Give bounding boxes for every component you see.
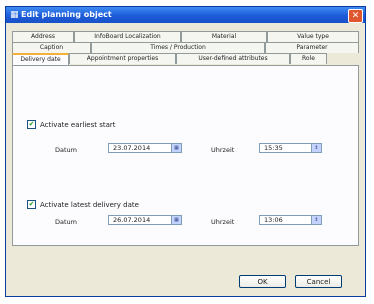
latest-time-field[interactable]: 13:06 ⇕	[259, 215, 322, 225]
close-icon: ✕	[351, 11, 360, 21]
tab-parameter[interactable]: Parameter	[265, 42, 359, 53]
earliest-time-field[interactable]: 15:35 ⇕	[259, 143, 322, 153]
calendar-dropdown-icon[interactable]: ▦	[171, 216, 181, 224]
earliest-date-value: 23.07.2014	[113, 144, 151, 152]
earliest-time-value: 15:35	[264, 144, 283, 152]
tab-row-2: Caption Times / Production Parameter	[12, 42, 359, 53]
tab-row-1: Address InfoBoard Localization Material …	[12, 31, 359, 42]
cancel-button[interactable]: Cancel	[295, 275, 342, 288]
earliest-start-checkbox[interactable]: ✔	[27, 120, 36, 129]
delivery-date-panel: ✔ Activate earliest start Datum 23.07.20…	[12, 65, 359, 246]
calendar-dropdown-icon[interactable]: ▦	[171, 144, 181, 152]
earliest-date-field[interactable]: 23.07.2014 ▦	[108, 143, 182, 153]
tab-row-3: Delivery date Appointment properties Use…	[12, 53, 327, 65]
ok-button[interactable]: OK	[239, 275, 286, 288]
edit-planning-object-dialog: ▦ Edit planning object ✕ Address InfoBoa…	[5, 6, 366, 297]
latest-delivery-label: Activate latest delivery date	[40, 200, 139, 209]
tab-delivery-date[interactable]: Delivery date	[12, 53, 69, 65]
tab-user-defined-attributes[interactable]: User-defined attributes	[176, 53, 290, 64]
earliest-start-option[interactable]: ✔ Activate earliest start	[27, 120, 116, 129]
earliest-date-label: Datum	[55, 146, 77, 154]
earliest-time-label: Uhrzeit	[211, 146, 235, 154]
dialog-title: Edit planning object	[21, 10, 112, 19]
earliest-start-label: Activate earliest start	[40, 120, 116, 129]
time-spinner-icon[interactable]: ⇕	[311, 144, 321, 152]
latest-delivery-checkbox[interactable]: ✔	[27, 200, 36, 209]
tab-role[interactable]: Role	[290, 53, 327, 64]
latest-date-field[interactable]: 26.07.2014 ▦	[108, 215, 182, 225]
latest-time-value: 13:06	[264, 216, 283, 224]
tab-value-type[interactable]: Value type	[267, 31, 359, 42]
latest-date-label: Datum	[55, 218, 77, 226]
latest-date-value: 26.07.2014	[113, 216, 151, 224]
latest-time-label: Uhrzeit	[211, 218, 235, 226]
close-button[interactable]: ✕	[348, 9, 363, 23]
title-bar[interactable]: ▦ Edit planning object ✕	[6, 7, 365, 23]
tab-times-production[interactable]: Times / Production	[91, 42, 265, 53]
latest-delivery-option[interactable]: ✔ Activate latest delivery date	[27, 200, 139, 209]
time-spinner-icon[interactable]: ⇕	[311, 216, 321, 224]
tab-address[interactable]: Address	[12, 31, 74, 42]
tab-caption[interactable]: Caption	[12, 42, 91, 53]
planning-object-icon: ▦	[10, 10, 19, 20]
tab-infoboard-localization[interactable]: InfoBoard Localization	[74, 31, 181, 42]
tab-appointment-properties[interactable]: Appointment properties	[69, 53, 176, 64]
tab-material[interactable]: Material	[181, 31, 267, 42]
